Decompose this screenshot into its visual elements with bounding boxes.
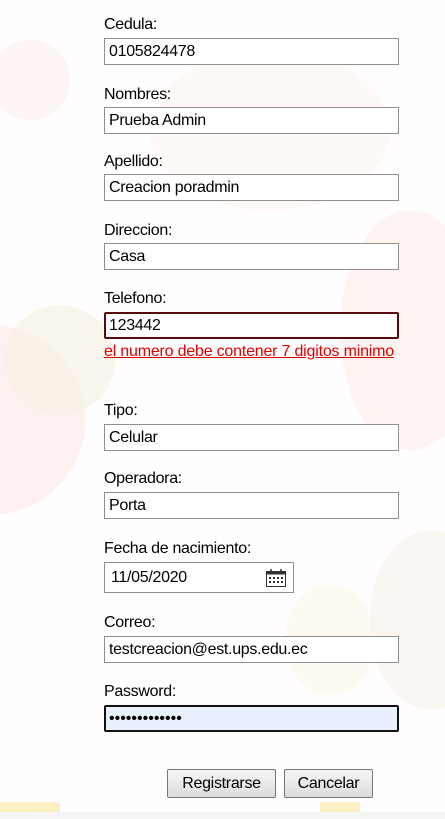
telefono-label: Telefono: bbox=[104, 290, 167, 307]
tipo-input[interactable] bbox=[104, 424, 399, 451]
calendar-icon[interactable] bbox=[265, 568, 287, 588]
direccion-input[interactable] bbox=[104, 243, 399, 270]
cancel-button[interactable]: Cancelar bbox=[284, 769, 373, 798]
direccion-label: Direccion: bbox=[104, 222, 173, 239]
apellido-label: Apellido: bbox=[104, 153, 163, 170]
telefono-input[interactable] bbox=[104, 312, 399, 339]
password-label: Password: bbox=[104, 683, 176, 700]
correo-label: Correo: bbox=[104, 614, 156, 631]
nombres-label: Nombres: bbox=[104, 86, 171, 103]
cedula-label: Cedula: bbox=[104, 16, 158, 33]
fecha-nacimiento-input[interactable]: 11/05/2020 bbox=[104, 562, 294, 593]
cedula-input[interactable] bbox=[104, 38, 399, 65]
fecha-nacimiento-value: 11/05/2020 bbox=[111, 569, 187, 586]
telefono-error-message: el numero debe contener 7 digitos minimo bbox=[104, 343, 394, 360]
operadora-input[interactable] bbox=[104, 492, 399, 519]
fecha-nacimiento-label: Fecha de nacimiento: bbox=[104, 540, 251, 557]
page-bottom-divider bbox=[0, 812, 445, 819]
apellido-input[interactable] bbox=[104, 174, 399, 201]
password-input[interactable] bbox=[104, 705, 399, 732]
tipo-label: Tipo: bbox=[104, 402, 138, 419]
correo-input[interactable] bbox=[104, 636, 399, 663]
register-button[interactable]: Registrarse bbox=[167, 769, 276, 798]
registration-form: Cedula: Nombres: Apellido: Direccion: Te… bbox=[0, 0, 445, 819]
nombres-input[interactable] bbox=[104, 107, 399, 134]
operadora-label: Operadora: bbox=[104, 470, 182, 487]
